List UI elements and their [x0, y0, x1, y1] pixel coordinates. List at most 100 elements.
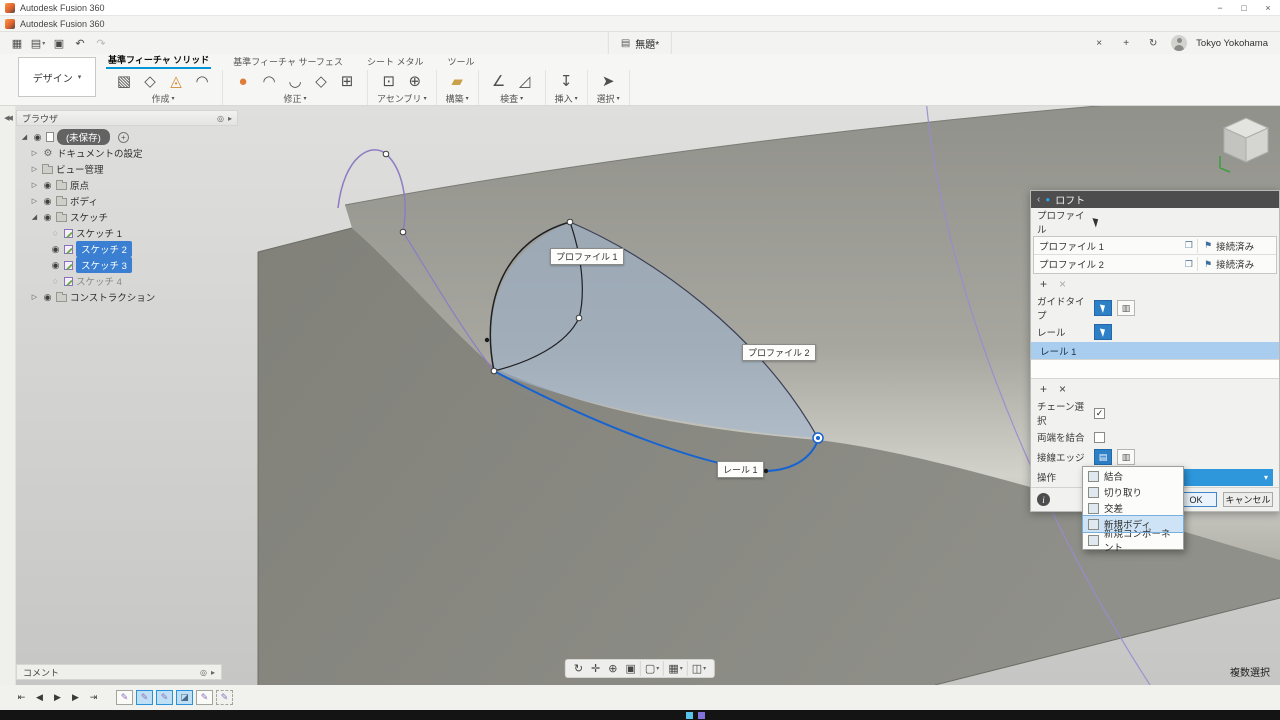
construction-plane-icon[interactable]: ▰	[446, 70, 468, 92]
display-settings-icon[interactable]: ▢ ▾	[639, 661, 663, 676]
user-avatar[interactable]	[1171, 35, 1188, 51]
browser-item-sketch3[interactable]: ◉ スケッチ 3	[16, 257, 238, 273]
remove-profile-button[interactable]: ×	[1059, 277, 1066, 291]
view-cube[interactable]	[1214, 110, 1278, 180]
expander-icon[interactable]: ▷	[30, 165, 39, 173]
eye-icon[interactable]: ○	[50, 276, 61, 286]
info-icon[interactable]: i	[1037, 493, 1050, 506]
eye-icon[interactable]: ◉	[32, 132, 43, 143]
loft-dialog-header[interactable]: ‹ ● ロフト	[1031, 191, 1279, 208]
menu-item-cut[interactable]: 切り取り	[1083, 484, 1183, 500]
tangent-edges-keep-button[interactable]: ▥	[1117, 449, 1135, 465]
profile-row-2[interactable]: プロファイル 2 ❐ ⚑ 接続済み	[1034, 255, 1276, 273]
browser-item-bodies[interactable]: ▷ ◉ ボディ	[16, 193, 238, 209]
expander-icon[interactable]: ▷	[30, 197, 39, 205]
browser-header[interactable]: ブラウザ ◎ ▸	[16, 110, 238, 126]
profile-copy-icon[interactable]: ❐	[1185, 240, 1193, 251]
add-profile-button[interactable]: +	[1040, 277, 1047, 291]
window-minimize-button[interactable]: −	[1208, 0, 1232, 16]
timeline-sketch-feature-selected[interactable]: ✎	[136, 690, 153, 705]
group-create-label[interactable]: 作成 ▾	[151, 92, 174, 105]
chain-selection-checkbox[interactable]: ✓	[1094, 407, 1105, 419]
workspace-selector[interactable]: デザイン ▾	[18, 57, 96, 97]
eye-icon[interactable]: ◉	[42, 212, 53, 223]
browser-item-named-views[interactable]: ▷ ビュー管理	[16, 161, 238, 177]
create-revolve-icon[interactable]: ◇	[139, 70, 161, 92]
browser-item-sketch2[interactable]: ◉ スケッチ 2	[16, 241, 238, 257]
create-loft-icon[interactable]: ◬	[165, 70, 187, 92]
app-grid-icon[interactable]: ▦	[8, 34, 26, 52]
zoom-icon[interactable]: ⊕	[604, 661, 621, 676]
rail-row-selected[interactable]: レール 1	[1031, 342, 1279, 359]
document-tab[interactable]: ▤ 無題*	[607, 32, 673, 54]
add-rail-button[interactable]: +	[1040, 382, 1047, 396]
profile-row-1[interactable]: プロファイル 1 ❐ ⚑ 接続済み	[1034, 237, 1276, 255]
timeline-step-forward-button[interactable]: ▶	[68, 692, 83, 703]
timeline-go-end-button[interactable]: ⇥	[86, 692, 101, 703]
grid-settings-icon[interactable]: ▦ ▾	[663, 661, 686, 676]
taskbar-app-icon[interactable]	[686, 711, 693, 719]
expander-icon[interactable]: ▷	[30, 293, 39, 301]
tab-tools[interactable]: ツール	[445, 55, 476, 69]
tangent-edges-merge-button[interactable]: ▤	[1094, 449, 1112, 465]
undo-button[interactable]: ↶	[71, 34, 89, 52]
dialog-collapse-icon[interactable]: ‹	[1037, 194, 1040, 205]
tab-sheet-metal[interactable]: シート メタル	[365, 55, 426, 69]
rail-list[interactable]	[1031, 359, 1279, 379]
timeline-step-back-button[interactable]: ◀	[32, 692, 47, 703]
collapse-browser-icon[interactable]: ◀◀	[0, 114, 15, 122]
measure-icon[interactable]: ∠	[488, 70, 510, 92]
fit-icon[interactable]: ▣	[621, 661, 639, 676]
cancel-button[interactable]: キャンセル	[1223, 492, 1273, 507]
eye-icon[interactable]: ◉	[42, 292, 53, 303]
timeline-loft-feature-selected[interactable]: ◪	[176, 690, 193, 705]
expander-icon[interactable]: ▷	[30, 181, 39, 189]
rail-select-button[interactable]	[1094, 324, 1112, 340]
close-tab-button[interactable]: ×	[1090, 34, 1108, 52]
timeline-sketch-feature[interactable]: ✎	[116, 690, 133, 705]
comment-options-icon[interactable]: ◎	[200, 668, 207, 677]
window-maximize-button[interactable]: □	[1232, 0, 1256, 16]
fillet-icon[interactable]: ◠	[258, 70, 280, 92]
press-pull-icon[interactable]: ●	[232, 70, 254, 92]
draft-icon[interactable]: ◇	[310, 70, 332, 92]
user-name[interactable]: Tokyo Yokohama	[1196, 38, 1268, 49]
timeline-go-start-button[interactable]: ⇤	[14, 692, 29, 703]
orbit-icon[interactable]: ↻	[570, 661, 587, 676]
insert-icon[interactable]: ↧	[555, 70, 577, 92]
group-select-label[interactable]: 選択 ▾	[597, 92, 620, 105]
expander-icon[interactable]: ▷	[30, 149, 39, 157]
timeline-sketch-feature-selected[interactable]: ✎	[156, 690, 173, 705]
eye-icon[interactable]: ◉	[50, 244, 61, 255]
group-construct-label[interactable]: 構築 ▾	[446, 92, 469, 105]
browser-item-root[interactable]: ◢ ◉ (未保存) +	[16, 129, 238, 145]
section-analysis-icon[interactable]: ◿	[514, 70, 536, 92]
comment-expand-icon[interactable]: ▸	[211, 668, 215, 677]
group-modify-label[interactable]: 修正 ▾	[283, 92, 306, 105]
combine-icon[interactable]: ⊞	[336, 70, 358, 92]
browser-item-origin[interactable]: ▷ ◉ 原点	[16, 177, 238, 193]
joint-icon[interactable]: ⊕	[404, 70, 426, 92]
browser-item-sketch1[interactable]: ○ スケッチ 1	[16, 225, 238, 241]
remove-rail-button[interactable]: ×	[1059, 382, 1066, 396]
group-assemble-label[interactable]: アセンブリ ▾	[377, 92, 427, 105]
eye-icon[interactable]: ◉	[50, 260, 61, 271]
eye-icon[interactable]: ○	[50, 228, 61, 238]
timeline-sketch-feature[interactable]: ✎	[196, 690, 213, 705]
profile-copy-icon[interactable]: ❐	[1185, 259, 1193, 270]
expander-icon[interactable]: ◢	[20, 133, 29, 141]
create-box-icon[interactable]: ▧	[113, 70, 135, 92]
profile2-selected-point[interactable]	[812, 432, 824, 444]
browser-item-sketch4[interactable]: ○ スケッチ 4	[16, 273, 238, 289]
save-button[interactable]: ▣	[50, 34, 68, 52]
viewport-layout-icon[interactable]: ◫ ▾	[686, 661, 710, 676]
pan-icon[interactable]: ✛	[587, 661, 604, 676]
create-sweep-icon[interactable]: ◠	[191, 70, 213, 92]
taskbar-app-icon[interactable]	[698, 711, 705, 719]
timeline-pending-feature[interactable]: ✎	[216, 690, 233, 705]
browser-expand-icon[interactable]: ▸	[228, 114, 232, 123]
guide-type-rails-button[interactable]	[1094, 300, 1112, 316]
select-cursor-icon[interactable]: ➤	[597, 70, 619, 92]
browser-item-document-settings[interactable]: ▷ ⚙ ドキュメントの設定	[16, 145, 238, 161]
redo-button[interactable]: ↷	[92, 34, 110, 52]
